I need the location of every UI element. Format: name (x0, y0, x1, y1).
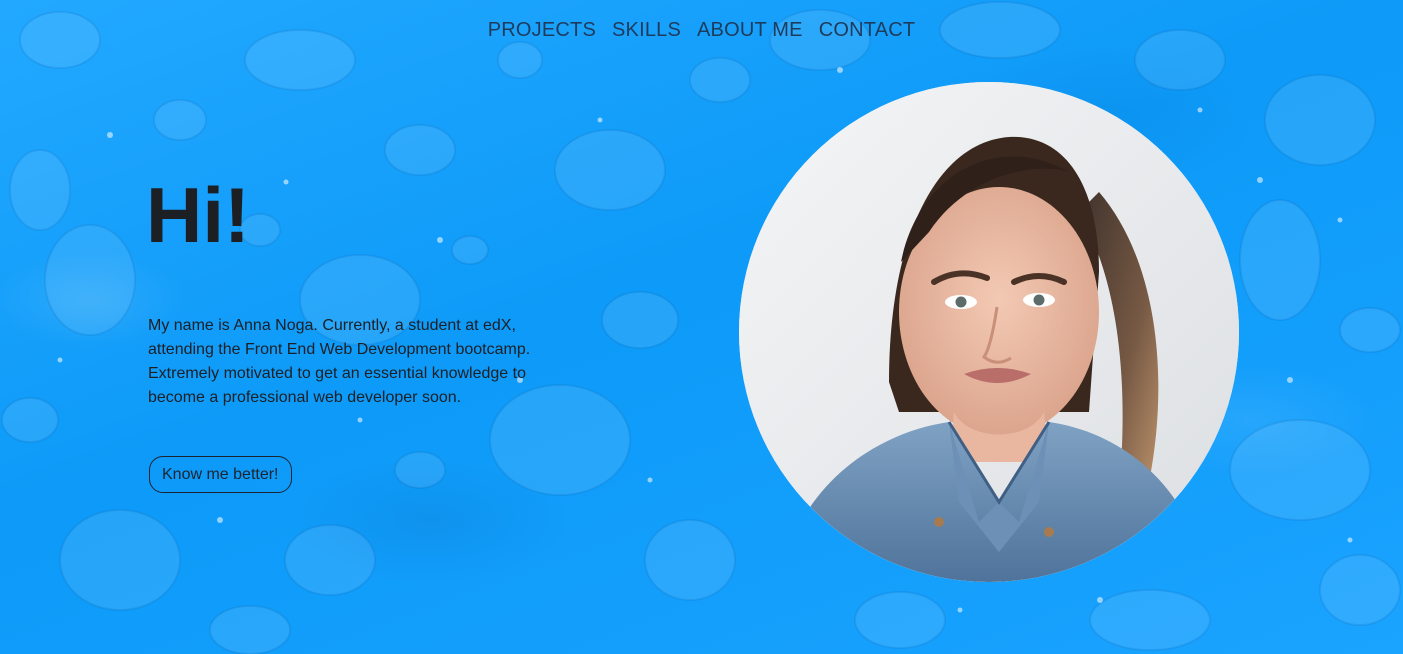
profile-photo (739, 82, 1239, 582)
nav-link-about-me[interactable]: ABOUT ME (697, 19, 803, 42)
main-nav: PROJECTS SKILLS ABOUT ME CONTACT (0, 19, 1403, 42)
nav-link-projects[interactable]: PROJECTS (488, 19, 596, 42)
know-me-better-button[interactable]: Know me better! (149, 456, 292, 493)
hero-description: My name is Anna Noga. Currently, a stude… (148, 317, 531, 406)
hero-title: Hi! (146, 171, 250, 259)
hero-section: PROJECTS SKILLS ABOUT ME CONTACT Hi! My … (0, 0, 1403, 654)
nav-link-contact[interactable]: CONTACT (819, 19, 916, 42)
profile-photo-illustration (739, 82, 1239, 582)
nav-link-skills[interactable]: SKILLS (612, 19, 681, 42)
